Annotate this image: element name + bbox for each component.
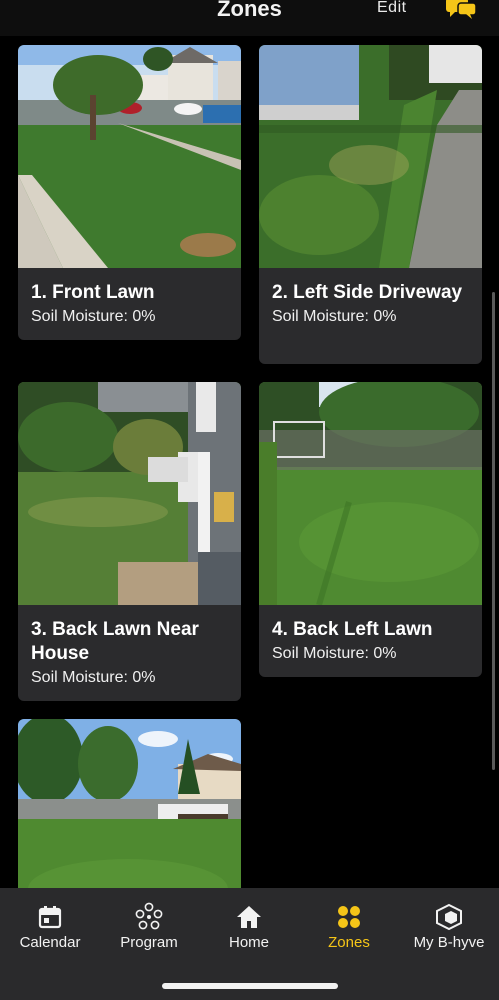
tab-label: Home [228, 934, 269, 951]
zone-card-3[interactable]: 3. Back Lawn Near House Soil Moisture: 0… [18, 382, 241, 701]
zone-photo-5 [18, 719, 241, 888]
tab-label: Program [120, 934, 178, 951]
zone-name: 3. Back Lawn Near House [31, 619, 199, 664]
zone-moisture: Soil Moisture: 0% [31, 669, 156, 686]
zone-photo-front-lawn [18, 45, 241, 268]
zone-moisture: Soil Moisture: 0% [272, 308, 397, 325]
zone-card-5[interactable] [18, 719, 241, 888]
zone-name: 4. Back Left Lawn [272, 619, 433, 640]
tab-calendar[interactable]: Calendar [0, 902, 100, 962]
edit-button[interactable]: Edit [377, 0, 407, 17]
zone-name: 1. Front Lawn [31, 282, 155, 303]
b-hyve-hex-icon [436, 903, 462, 931]
chat-bubbles-icon[interactable] [444, 0, 478, 22]
tab-home[interactable]: Home [199, 902, 299, 962]
home-indicator[interactable] [162, 983, 338, 989]
zones-grid: 1. Front Lawn Soil Moisture: 0% 2. Left … [0, 36, 499, 888]
home-icon [237, 906, 261, 928]
tab-my-b-hyve[interactable]: My B-hyve [399, 902, 499, 962]
top-bar: Zones Edit [0, 0, 499, 36]
zone-photo-back-lawn-near-house [18, 382, 241, 605]
zone-card-4[interactable]: 4. Back Left Lawn Soil Moisture: 0% [259, 382, 482, 677]
zone-card-2[interactable]: 2. Left Side Driveway Soil Moisture: 0% [259, 45, 482, 364]
page-title: Zones [217, 0, 282, 21]
zones-icon [338, 906, 360, 928]
tab-label: Calendar [19, 934, 81, 951]
tab-label: My B-hyve [413, 934, 485, 951]
tab-zones[interactable]: Zones [299, 902, 399, 962]
zone-moisture: Soil Moisture: 0% [272, 645, 397, 662]
tab-label: Zones [328, 934, 370, 951]
zone-moisture: Soil Moisture: 0% [31, 308, 156, 325]
zone-name: 2. Left Side Driveway [272, 282, 463, 303]
zone-photo-left-side-driveway [259, 45, 482, 268]
calendar-icon [38, 906, 62, 929]
zone-photo-back-left-lawn [259, 382, 482, 605]
scrollbar[interactable] [492, 292, 495, 770]
tab-program[interactable]: Program [99, 902, 199, 962]
program-dial-icon [135, 902, 163, 930]
zone-card-1[interactable]: 1. Front Lawn Soil Moisture: 0% [18, 45, 241, 340]
